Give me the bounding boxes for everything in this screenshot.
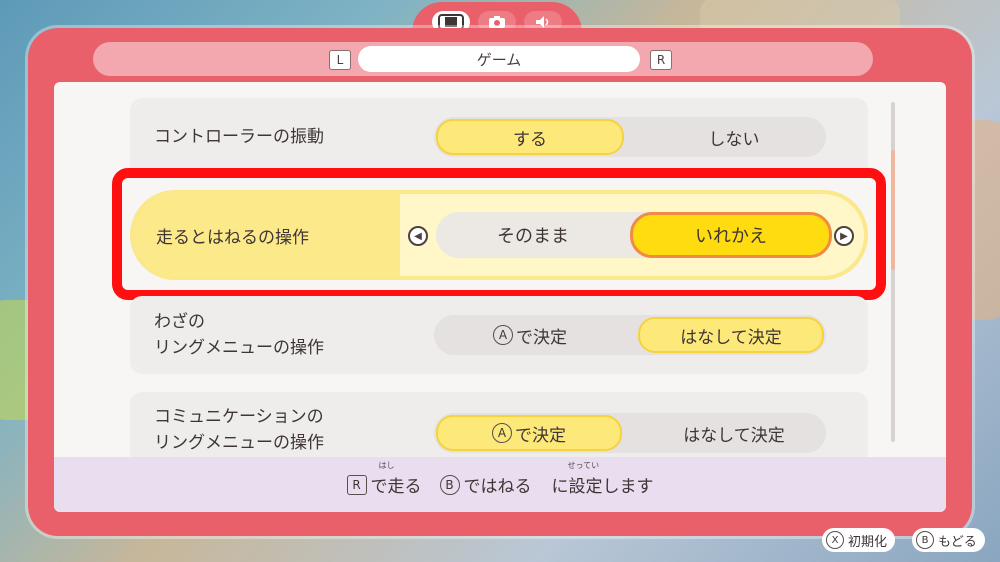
- b-button-icon: B: [439, 474, 460, 495]
- hint-text: に設定します: [551, 477, 654, 497]
- reset-button[interactable]: X 初期化: [822, 528, 896, 552]
- setting-label: わざのリングメニューの操作: [154, 296, 324, 374]
- setting-label-line2: リングメニューの操作: [154, 433, 324, 454]
- option-release[interactable]: はなして決定: [638, 317, 824, 353]
- option-toggle: する しない: [434, 117, 826, 157]
- option-text: で決定: [515, 425, 566, 446]
- option-text: で決定: [516, 327, 567, 348]
- setting-row-move-ring: わざのリングメニューの操作 A で決定 はなして決定: [130, 296, 868, 374]
- l-button-icon[interactable]: L: [329, 50, 351, 70]
- setting-label: コミュニケーションの リングメニューの操作: [154, 392, 324, 457]
- setting-row-comm-ring: コミュニケーションの リングメニューの操作 A で決定 はなして決定: [130, 392, 868, 464]
- option-release[interactable]: はなして決定: [640, 415, 828, 451]
- a-button-icon: A: [493, 325, 513, 345]
- b-button-icon: B: [916, 531, 934, 549]
- setting-label: コントローラーの振動: [154, 126, 324, 147]
- ruby-text: せってい: [567, 461, 600, 470]
- setting-label-line1: わざの: [154, 311, 205, 332]
- setting-label-line2: リングメニューの操作: [154, 338, 324, 358]
- x-button-icon: X: [826, 531, 844, 549]
- highlight-box: [112, 168, 886, 300]
- ruby-text: はし: [378, 461, 395, 470]
- a-button-icon: A: [492, 423, 512, 443]
- option-press-a[interactable]: A で決定: [436, 317, 624, 353]
- scrollbar-thumb[interactable]: [891, 150, 895, 270]
- hint-bar: R はし で走る B ではねる せってい に設定します: [54, 457, 946, 512]
- back-button[interactable]: B もどる: [912, 528, 985, 552]
- r-button-icon[interactable]: R: [650, 50, 672, 70]
- hint-text-jump: ではねる: [463, 477, 532, 497]
- hint-text-set: せってい に設定します: [551, 461, 654, 497]
- option-on[interactable]: する: [436, 119, 624, 155]
- option-off[interactable]: しない: [640, 119, 828, 155]
- option-toggle: A で決定 はなして決定: [434, 413, 826, 453]
- back-label: もどる: [938, 534, 977, 550]
- hint-text-run: はし で走る: [370, 461, 422, 497]
- hint-text: で走る: [370, 477, 422, 497]
- option-press-a[interactable]: A で決定: [436, 415, 622, 451]
- setting-label-line1: コミュニケーションの: [154, 407, 324, 427]
- setting-row-vibration: コントローラーの振動 する しない: [130, 98, 868, 176]
- r-button-icon: R: [346, 474, 367, 495]
- option-toggle: A で決定 はなして決定: [434, 315, 826, 355]
- tab-title: ゲーム: [358, 46, 640, 72]
- reset-label: 初期化: [848, 534, 888, 550]
